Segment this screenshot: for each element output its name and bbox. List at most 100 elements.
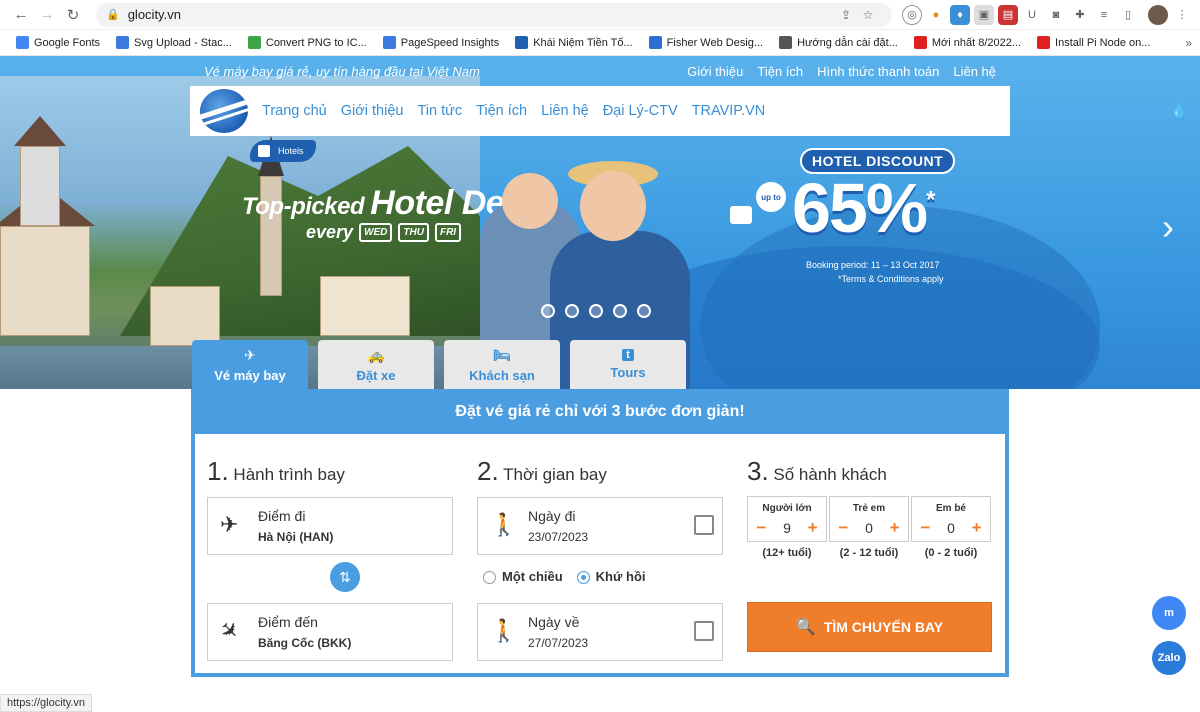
puzzle-icon[interactable]: ✚ [1070, 5, 1090, 25]
menu-icon[interactable]: ⋮ [1172, 5, 1192, 25]
sidebar-icon[interactable]: ▯ [1118, 5, 1138, 25]
destination-field[interactable]: ✈ Điểm đến Băng Cốc (BKK) [207, 603, 453, 661]
zalo-icon[interactable]: Zalo [1152, 641, 1186, 675]
top-link-gioi-thieu[interactable]: Giới thiệu [687, 64, 743, 79]
top-links: Giới thiệu Tiện ích Hình thức thanh toán… [687, 64, 996, 79]
reload-icon[interactable]: ↻ [60, 2, 86, 28]
slider-dot[interactable] [589, 304, 603, 318]
extension-icon[interactable]: ♦ [950, 4, 970, 25]
bookmarks-more[interactable]: » [1185, 36, 1192, 50]
bookmark-label: Fisher Web Desig... [666, 36, 764, 49]
step-itinerary: 1. Hành trình bay ✈ Điểm đi Hà Nội (HAN) … [207, 434, 457, 661]
bookmark-label: Google Fonts [34, 36, 101, 49]
children-stepper: Trẻ em − 0 + [829, 496, 909, 542]
playlist-icon[interactable]: ≡ [1094, 5, 1114, 25]
plane-icon: ✈ [244, 346, 256, 363]
extension-icon[interactable]: U [1022, 5, 1042, 25]
minus-button[interactable]: − [838, 518, 848, 538]
plus-button[interactable]: + [808, 518, 818, 538]
pax-label: Trẻ em [852, 503, 886, 514]
bookmark-item[interactable]: PageSpeed Insights [375, 30, 507, 55]
booking-tabs: ✈ Vé máy bay 🚕 Đặt xe 🛏 Khách sạn t Tours [192, 340, 686, 389]
tab-flights[interactable]: ✈ Vé máy bay [192, 340, 308, 389]
origin-field[interactable]: ✈ Điểm đi Hà Nội (HAN) [207, 497, 453, 555]
nav-tien-ich[interactable]: Tiện ích [476, 103, 527, 119]
extension-icon[interactable]: ◎ [902, 4, 922, 25]
pax-count: 0 [865, 520, 873, 536]
pax-age: (12+ tuổi) [762, 547, 812, 559]
bookmark-item[interactable]: Svg Upload - Stac... [108, 30, 240, 55]
tab-label: Khách sạn [469, 367, 535, 383]
field-value: 27/07/2023 [528, 636, 589, 650]
bookmark-favicon-icon [779, 36, 793, 49]
tab-hotel[interactable]: 🛏 Khách sạn [444, 340, 560, 389]
bookmark-favicon-icon [913, 36, 927, 49]
nav-gioi-thieu[interactable]: Giới thiệu [341, 103, 404, 119]
radio-round-trip[interactable]: Khứ hồi [576, 569, 646, 585]
bookmark-item[interactable]: Hướng dẫn cài đặt... [771, 30, 906, 55]
address-bar[interactable]: 🔒 glocity.vn ⇪ ☆ [96, 2, 892, 27]
booking-form: 1. Hành trình bay ✈ Điểm đi Hà Nội (HAN) … [195, 434, 1005, 673]
return-date-field[interactable]: 🚶 Ngày về 27/07/2023 [477, 603, 723, 661]
forward-icon[interactable]: → [34, 2, 60, 28]
top-link-tien-ich[interactable]: Tiện ích [757, 64, 803, 79]
plus-button[interactable]: + [890, 518, 900, 538]
nav-lien-he[interactable]: Liên hệ [541, 103, 589, 119]
step-title: 1. Hành trình bay [207, 456, 457, 487]
profile-avatar[interactable] [1148, 4, 1168, 25]
bookmark-item[interactable]: Mới nhất 8/2022... [906, 30, 1029, 55]
field-value: Hà Nội (HAN) [258, 530, 334, 544]
search-flights-button[interactable]: 🔍 TÌM CHUYẾN BAY [747, 602, 992, 652]
nav-trang-chu[interactable]: Trang chủ [262, 103, 327, 119]
bookmark-label: Convert PNG to IC... [265, 36, 367, 49]
star-icon[interactable]: ☆ [858, 8, 878, 22]
bookmark-item[interactable]: Install Pi Node on... [1029, 30, 1158, 55]
back-icon[interactable]: ← [8, 2, 34, 28]
top-link-lien-he[interactable]: Liên hệ [953, 64, 996, 79]
bookmark-label: Svg Upload - Stac... [134, 36, 232, 49]
minus-button[interactable]: − [756, 518, 766, 538]
radio-one-way[interactable]: Một chiều [483, 569, 563, 585]
bookmark-favicon-icon [116, 36, 130, 49]
terms-note: *Terms & Conditions apply [838, 274, 944, 284]
slider-dot[interactable] [565, 304, 579, 318]
bookmark-label: Install Pi Node on... [1055, 36, 1151, 49]
minus-button[interactable]: − [920, 518, 930, 538]
extension-icon[interactable]: ● [926, 5, 946, 25]
tab-tours[interactable]: t Tours [570, 340, 686, 389]
calendar-icon[interactable] [694, 515, 714, 535]
nav-travip[interactable]: TRAVIP.VN [692, 103, 766, 119]
extension-icon[interactable]: ▤ [998, 4, 1018, 25]
extensions-bar: ◎ ● ♦ ▣ ▤ U ◙ ✚ ≡ ▯ ⋮ [902, 4, 1192, 25]
bookmark-item[interactable]: Khái Niệm Tiền Tố... [507, 30, 640, 55]
slider-dot[interactable] [613, 304, 627, 318]
water-drop-icon[interactable]: 💧 [1170, 102, 1187, 119]
slider-dot[interactable] [541, 304, 555, 318]
calendar-icon[interactable] [694, 621, 714, 641]
bookmark-item[interactable]: Convert PNG to IC... [240, 30, 375, 55]
page: 💧 › Hotels Top-picked Hotel Deals every … [0, 56, 1200, 712]
messenger-icon[interactable]: m [1152, 596, 1186, 630]
nav-dai-ly[interactable]: Đại Lý-CTV [603, 103, 678, 119]
bookmark-label: Khái Niệm Tiền Tố... [533, 36, 633, 49]
step-label: Số hành khách [768, 465, 887, 484]
top-link-thanh-toan[interactable]: Hình thức thanh toán [817, 64, 939, 79]
bookmark-item[interactable]: Fisher Web Desig... [641, 30, 771, 55]
share-icon[interactable]: ⇪ [836, 8, 856, 22]
booking-headline: Đặt vé giá rẻ chỉ với 3 bước đơn giản! [455, 402, 745, 420]
plus-button[interactable]: + [972, 518, 982, 538]
depart-date-field[interactable]: 🚶 Ngày đi 23/07/2023 [477, 497, 723, 555]
slider-dot[interactable] [637, 304, 651, 318]
radio-circle[interactable] [483, 571, 496, 585]
swap-icon[interactable]: ⇅ [330, 562, 360, 592]
camera-icon[interactable]: ◙ [1046, 5, 1066, 25]
adults-stepper: Người lớn − 9 + [747, 496, 827, 542]
slider-next-icon[interactable]: › [1162, 206, 1174, 248]
extension-icon[interactable]: ▣ [974, 4, 994, 25]
tab-car[interactable]: 🚕 Đặt xe [318, 340, 434, 389]
promo-title-a: Top-picked [242, 193, 371, 220]
site-logo[interactable] [200, 89, 248, 133]
radio-circle[interactable] [576, 571, 590, 585]
nav-tin-tuc[interactable]: Tin tức [417, 103, 462, 119]
bookmark-item[interactable]: Google Fonts [8, 30, 108, 55]
